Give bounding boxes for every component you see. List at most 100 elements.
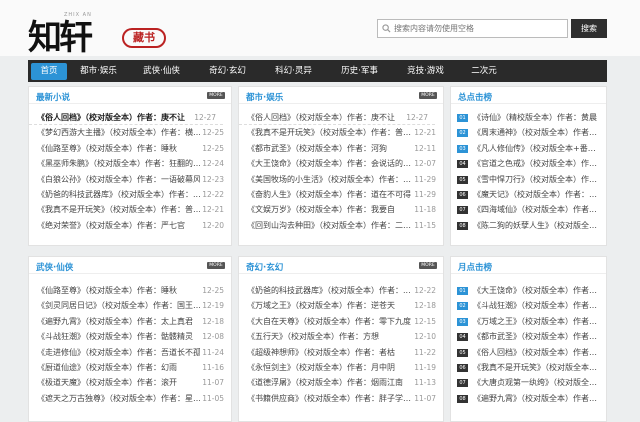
nav-jingji[interactable]: 竞技·游戏 [394, 63, 457, 80]
book-date: 11-22 [412, 344, 436, 360]
book-date: 12-25 [200, 125, 224, 141]
book-title: 《雪中悍刀行》（校对版全本）作者... [473, 174, 605, 184]
book-title: 《诗仙》（精校版全本）作者：黄晨 [473, 113, 597, 122]
book-list: 《俗人回档》（校对版全本）作者：庚不让 12-27 《我真不是开玩笑》（校对版全本… [239, 110, 443, 234]
list-item[interactable]: 《五行天》（校对版全本）作者：方想 12-10 [239, 329, 443, 345]
ranking-item[interactable]: 01 《诗仙》（精校版全本）作者：黄晨 [451, 110, 606, 125]
ranking-item[interactable]: 03 《凡人修仙传》（校对版全本+番外... [451, 141, 606, 156]
book-title: 《遍野九霄》（校对版全本）作者：... [473, 393, 605, 403]
list-item[interactable]: 《大自在天尊》（校对版全本）作者：零下九度 12-15 [239, 313, 443, 330]
book-date: 12-21 [200, 202, 224, 218]
list-item[interactable]: 《仙路至尊》（校对版全本）作者：睡秋 12-25 [29, 283, 231, 299]
book-title: 《斗战狂潮》（校对版全本）作者：... [473, 301, 605, 311]
nav-wuxia[interactable]: 武侠·仙侠 [130, 63, 193, 80]
list-item[interactable]: 《黑巫师朱鹏》（校对版全本）作者：狂翻的威... 12-24 [29, 156, 231, 172]
list-item[interactable]: 《超级神想师》（校对版全本）作者：者枯 11-22 [239, 344, 443, 360]
book-date: 12-08 [200, 329, 224, 345]
book-date: 12-21 [412, 125, 436, 141]
list-item[interactable]: 《回到山沟去种田》（校对版全本）作者：二子... 11-15 [239, 217, 443, 234]
ranking-item[interactable]: 05 《雪中悍刀行》（校对版全本）作者... [451, 172, 606, 187]
more-button[interactable]: MORE [207, 92, 225, 99]
rank-badge: 03 [457, 144, 468, 153]
book-date: 12-25 [200, 283, 224, 299]
list-item[interactable]: 《极道天魔》（校对版全本）作者：滚开 11-07 [29, 375, 231, 391]
book-title: 《四海域仙》（校对版全本）作者... [473, 205, 597, 215]
ranking-item[interactable]: 02 《斗战狂潮》（校对版全本）作者：... [451, 298, 606, 313]
list-item[interactable]: 《仙路至尊》（校对版全本）作者：睡秋 12-25 [29, 140, 231, 157]
more-button[interactable]: MORE [419, 92, 437, 99]
ranking-item[interactable]: 06 《我真不是开玩笑》（校对版全本）... [451, 360, 606, 375]
book-date: 11-07 [200, 375, 224, 391]
ranking-item[interactable]: 04 《都市武圣》（校对版全本）作者：... [451, 329, 606, 344]
book-date: 12-11 [412, 140, 436, 157]
ranking-item[interactable]: 07 《大唐贞观第一纨绔》（校对版全本... [451, 375, 606, 390]
ranking-item[interactable]: 05 《俗人回档》（校对版全本）作者：... [451, 345, 606, 360]
list-item[interactable]: 《道德浮屠》（校对版全本）作者：烟雨江南 11-13 [239, 375, 443, 391]
list-item[interactable]: 《都市武圣》（校对版全本）作者：河狗 12-11 [239, 140, 443, 157]
rank-badge: 06 [457, 190, 468, 199]
list-item[interactable]: 《文娱万岁》（校对版全本）作者：我要自 11-18 [239, 202, 443, 218]
rank-badge: 05 [457, 175, 468, 184]
book-list: 《奶爸的科技武器库》（校对版全本）作者：... 12-22 《万域之王》（校对版全… [239, 283, 443, 407]
list-item[interactable]: 《我真不是开玩笑》（校对版全本）作者：普经... 12-21 [29, 202, 231, 218]
more-button[interactable]: MORE [419, 262, 437, 269]
nav-qihuan[interactable]: 奇幻·玄幻 [196, 63, 259, 80]
book-date: 12-10 [412, 329, 436, 345]
ranking-item[interactable]: 08 《陈二狗的妖孽人生》（校对版全本... [451, 218, 606, 233]
book-date: 11-05 [200, 390, 224, 407]
list-item[interactable]: 《奋豹人生》（校对版全本）作者：道在不可得 11-29 [239, 186, 443, 203]
book-title: 《周末通神》（校对版全本）作者：... [473, 128, 605, 138]
book-title: 《俗人回档》（校对版全本）作者：... [473, 347, 605, 357]
book-title: 《都市武圣》（校对版全本）作者：... [473, 332, 605, 342]
book-date: 11-24 [200, 344, 224, 360]
more-button[interactable]: MORE [207, 262, 225, 269]
list-item[interactable]: 《梦幻西游大主播》（校对版全本）作者：横比... 12-25 [29, 125, 231, 141]
nav-dushi[interactable]: 都市·娱乐 [70, 63, 127, 80]
ranking-item[interactable]: 06 《魔天记》（校对版全本）作者：忘... [451, 187, 606, 202]
list-item[interactable]: 《永恒剑主》（校对版全本）作者：月中阴 11-19 [239, 359, 443, 376]
ranking-item[interactable]: 02 《周末通神》（校对版全本）作者：... [451, 125, 606, 140]
nav-lishi[interactable]: 历史·军事 [328, 63, 391, 80]
panel-hot-ranking: 总点击榜 01 《诗仙》（精校版全本）作者：黄晨 02 《周末通神》（校对版全本）作… [450, 86, 607, 246]
list-item[interactable]: 《书籍供应商》（校对版全本）作者：胖子学的... 11-07 [239, 390, 443, 407]
book-date: 12-20 [200, 217, 224, 234]
list-item[interactable]: 《美国牧场的小生活》（校对版全本）作者：鞋... 11-29 [239, 171, 443, 187]
list-item[interactable]: 《奶爸的科技武器库》（校对版全本）作者：... 12-22 [239, 283, 443, 299]
main-nav: 首页 都市·娱乐 武侠·仙侠 奇幻·玄幻 科幻·灵异 历史·军事 竞技·游戏 二… [28, 60, 607, 82]
nav-home[interactable]: 首页 [31, 62, 67, 80]
list-item[interactable]: 《绝对荣誉》（校对版全本）作者：严七官 12-20 [29, 217, 231, 234]
search-input[interactable] [394, 21, 566, 36]
list-item[interactable]: 《俗人回档》（校对版全本）作者：庚不让 12-27 [29, 110, 223, 126]
rank-badge: 01 [457, 114, 468, 122]
ranking-list: 01 《诗仙》（精校版全本）作者：黄晨 02 《周末通神》（校对版全本）作者：...… [451, 110, 606, 233]
list-item[interactable]: 《万域之王》（校对版全本）作者：逆苍天 12-18 [239, 298, 443, 314]
panel-title: 都市·娱乐 [246, 93, 284, 103]
list-item[interactable]: 《奶爸的科技武器库》（校对版全本）作者：... 12-22 [29, 186, 231, 203]
list-item[interactable]: 《走进修仙》（校对版全本）作者：吾道长不孤 11-24 [29, 344, 231, 360]
list-item[interactable]: 《厨道仙途》（校对版全本）作者：幻雨 11-16 [29, 359, 231, 376]
list-item[interactable]: 《我真不是开玩笑》（校对版全本）作者：普经... 12-21 [239, 125, 443, 141]
logo-seal: 藏书 [122, 28, 166, 48]
book-date: 12-22 [412, 283, 436, 299]
list-item[interactable]: 《白狼公孙》（校对版全本）作者：一语破幕风 12-23 [29, 171, 231, 187]
book-date: 12-07 [412, 156, 436, 172]
nav-erciyuan[interactable]: 二次元 [460, 63, 508, 80]
list-item[interactable]: 《大王饶命》（校对版全本）作者：会说话的肘... 12-07 [239, 156, 443, 172]
list-item[interactable]: 《俗人回档》（校对版全本）作者：庚不让 12-27 [239, 110, 435, 126]
panel-header: 总点击榜 [451, 87, 606, 104]
ranking-item[interactable]: 01 《大王饶命》（校对版全本）作者：... [451, 283, 606, 298]
nav-kehuan[interactable]: 科幻·灵异 [262, 63, 325, 80]
list-item[interactable]: 《剑灵同居日记》（校对版全本）作者：国王陛... 12-19 [29, 298, 231, 314]
site-logo[interactable]: 知轩 ZHIX AN 藏书 [28, 6, 178, 58]
list-item[interactable]: 《遮天之万古独尊》（校对版全本）作者：星之... 11-05 [29, 390, 231, 407]
book-date: 12-23 [200, 171, 224, 187]
ranking-item[interactable]: 04 《官道之色戒》（校对版全本）作者... [451, 156, 606, 171]
list-item[interactable]: 《斗战狂潮》（校对版全本）作者：骷髅精灵 12-08 [29, 329, 231, 345]
rank-badge: 07 [457, 379, 468, 388]
panel-qihuan: 奇幻·玄幻 MORE 《奶爸的科技武器库》（校对版全本）作者：... 12-22 … [238, 256, 444, 422]
ranking-item[interactable]: 03 《万域之王》（校对版全本）作者：... [451, 314, 606, 329]
search-button[interactable]: 搜索 [571, 19, 607, 38]
ranking-item[interactable]: 08 《遍野九霄》（校对版全本）作者：... [451, 391, 606, 406]
ranking-item[interactable]: 07 《四海域仙》（校对版全本）作者... [451, 202, 606, 217]
list-item[interactable]: 《遍野九霄》（校对版全本）作者：太上真君 12-18 [29, 313, 231, 330]
